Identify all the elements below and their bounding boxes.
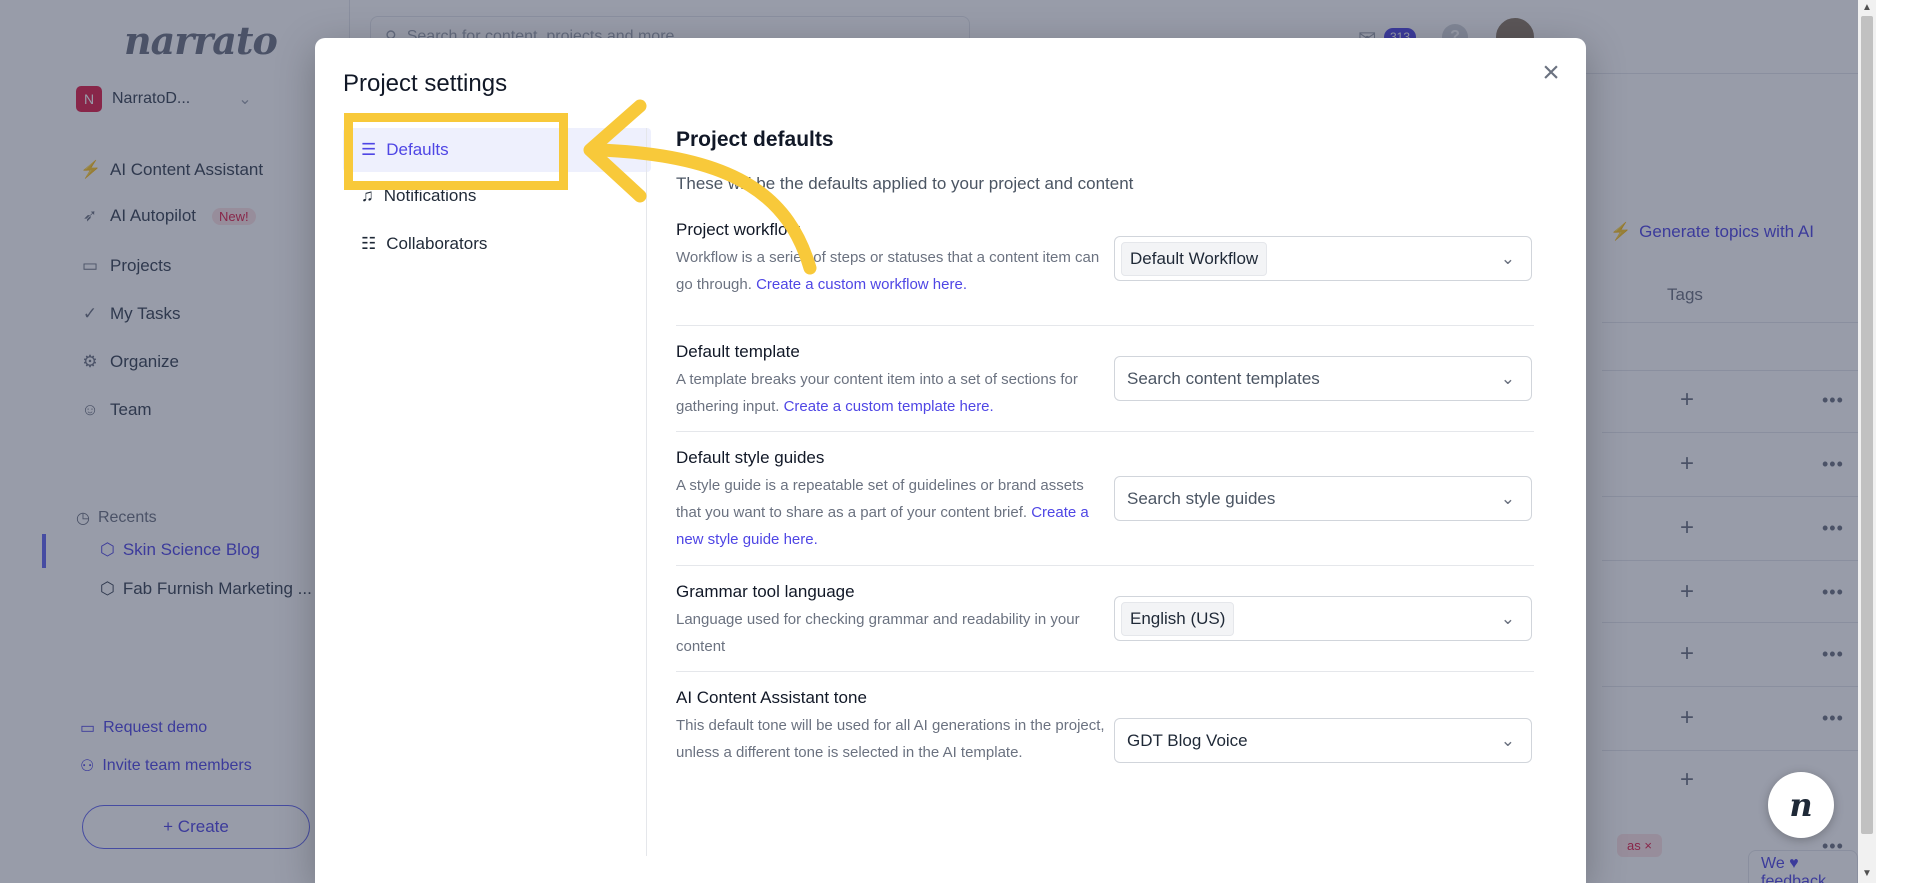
setting-desc-text: This default tone will be used for all A… <box>676 717 1105 761</box>
chevron-down-icon: ⌄ <box>1500 249 1515 268</box>
ai-tone-select[interactable]: GDT Blog Voice ⌄ <box>1114 718 1532 763</box>
style-guide-select[interactable]: Search style guides ⌄ <box>1114 476 1532 521</box>
selected-value: English (US) <box>1121 601 1235 636</box>
setting-description: This default tone will be used for all A… <box>676 712 1106 766</box>
chevron-down-icon: ⌄ <box>1500 369 1515 388</box>
setting-ai-tone: AI Content Assistant tone This default t… <box>676 672 1534 802</box>
create-template-link[interactable]: Create a custom template here. <box>784 398 994 415</box>
selected-value: GDT Blog Voice <box>1127 730 1248 750</box>
page-margin <box>1876 0 1920 883</box>
tab-collaborators[interactable]: ☷ Collaborators <box>343 222 651 266</box>
narrato-assistant-button[interactable]: n <box>1768 772 1834 838</box>
setting-desc-text: Language used for checking grammar and r… <box>676 611 1080 655</box>
setting-label: Grammar tool language <box>676 582 855 601</box>
create-workflow-link[interactable]: Create a custom workflow here. <box>756 276 967 293</box>
setting-label: Default template <box>676 342 800 361</box>
setting-grammar-language: Grammar tool language Language used for … <box>676 566 1534 672</box>
modal-title: Project settings <box>343 70 508 97</box>
setting-default-template: Default template A template breaks your … <box>676 326 1534 432</box>
tab-label: Collaborators <box>386 234 488 253</box>
select-placeholder: Search style guides <box>1127 488 1276 508</box>
setting-description: A template breaks your content item into… <box>676 366 1106 420</box>
chevron-down-icon: ⌄ <box>1500 489 1515 508</box>
panel-heading: Project defaults <box>676 128 834 151</box>
grammar-language-select[interactable]: English (US) ⌄ <box>1114 596 1532 641</box>
select-placeholder: Search content templates <box>1127 368 1320 388</box>
setting-description: Language used for checking grammar and r… <box>676 606 1106 660</box>
scrollbar[interactable]: ▲ ▼ <box>1858 0 1876 883</box>
setting-project-workflow: Project workflow Workflow is a series of… <box>676 220 1534 326</box>
workflow-select[interactable]: Default Workflow ⌄ <box>1114 236 1532 281</box>
setting-description: A style guide is a repeatable set of gui… <box>676 472 1106 553</box>
setting-desc-text: A style guide is a repeatable set of gui… <box>676 477 1084 521</box>
close-icon[interactable]: × <box>1536 58 1566 88</box>
setting-description: Workflow is a series of steps or statuse… <box>676 244 1106 298</box>
setting-label: AI Content Assistant tone <box>676 688 867 707</box>
chevron-down-icon: ⌄ <box>1500 731 1515 750</box>
users-icon: ☷ <box>361 234 377 253</box>
chevron-down-icon: ⌄ <box>1500 609 1515 628</box>
setting-label: Default style guides <box>676 448 825 467</box>
scroll-down-icon[interactable]: ▼ <box>1862 868 1872 879</box>
highlight-box <box>344 113 568 190</box>
setting-style-guides: Default style guides A style guide is a … <box>676 432 1534 566</box>
panel-subheading: These will be the defaults applied to yo… <box>676 174 1134 193</box>
nav-divider <box>646 128 647 856</box>
scroll-up-icon[interactable]: ▲ <box>1862 2 1872 13</box>
scrollbar-thumb[interactable] <box>1861 16 1873 834</box>
setting-label: Project workflow <box>676 220 800 239</box>
template-select[interactable]: Search content templates ⌄ <box>1114 356 1532 401</box>
selected-value: Default Workflow <box>1121 241 1268 276</box>
